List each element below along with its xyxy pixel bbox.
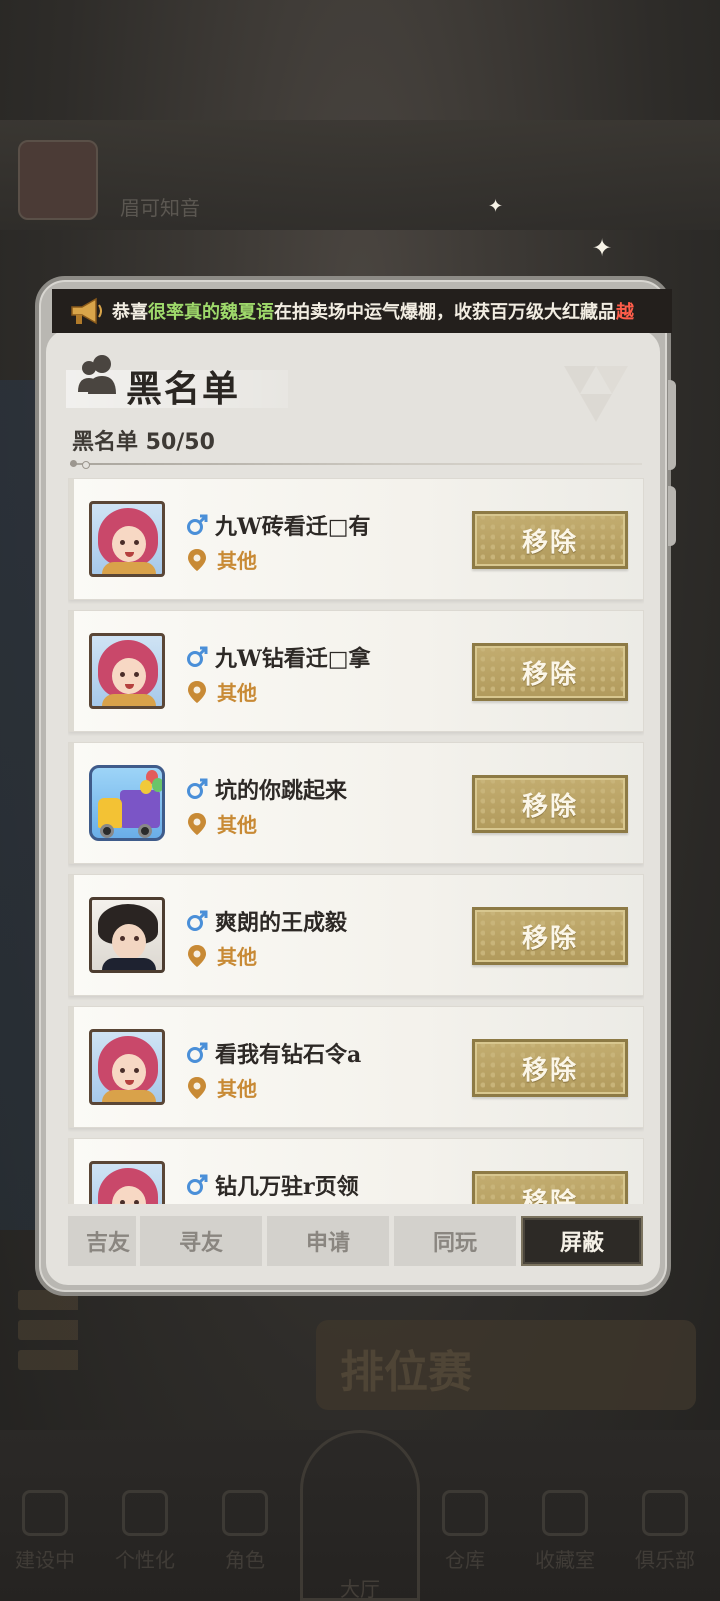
player-name: 钻几万驻r页领 <box>215 1174 359 1200</box>
nav-item-collection: 收藏室 <box>520 1490 610 1573</box>
announcement-marquee: 恭喜很率真的魏夏语在拍卖场中运气爆棚，收获百万级大红藏品越 <box>52 289 672 333</box>
location-pin-icon <box>188 1076 206 1099</box>
bottom-nav: 建设中 个性化 角色 大厅 仓库 收藏室 俱乐部 <box>0 1430 720 1601</box>
tab-friends[interactable]: 吉友 <box>68 1216 136 1266</box>
remove-button[interactable]: 移除 <box>472 643 628 701</box>
male-icon <box>187 646 208 667</box>
remove-button[interactable]: 移除 <box>472 511 628 569</box>
player-name: 九W砖看迁□有 <box>215 514 371 540</box>
player-location: 其他 <box>217 1077 257 1101</box>
player-location: 其他 <box>217 681 257 705</box>
girl-avatar <box>89 1161 165 1204</box>
male-icon <box>187 514 208 535</box>
male-icon <box>187 778 208 799</box>
background-list <box>18 1290 278 1380</box>
megaphone-icon <box>66 293 106 329</box>
club-icon <box>642 1490 688 1536</box>
modal-side-tab <box>668 486 676 546</box>
player-name: 九W钻看迁□拿 <box>215 646 371 672</box>
nav-item-building: 建设中 <box>0 1490 90 1573</box>
nav-item-hall: 大厅 <box>300 1430 420 1601</box>
character-icon <box>222 1490 268 1536</box>
list-item: 九W砖看迁□有 其他 移除 <box>68 478 644 600</box>
flag-icon <box>22 1490 68 1536</box>
modal-title: 黑名单 <box>126 368 241 410</box>
sparkle-icon: ✦ <box>488 196 504 217</box>
list-item: 坑的你跳起来 其他 移除 <box>68 742 644 864</box>
announcement-user: 很率真的魏夏语 <box>148 302 274 323</box>
list-item: 钻几万驻r页领 其他 移除 <box>68 1138 644 1204</box>
sparkle-icon: ✦ <box>592 234 613 262</box>
remove-button[interactable]: 移除 <box>472 775 628 833</box>
location-pin-icon <box>188 680 206 703</box>
girl-avatar <box>89 501 165 577</box>
player-location: 其他 <box>217 549 257 573</box>
tab-find-friends[interactable]: 寻友 <box>140 1216 262 1266</box>
remove-button[interactable]: 移除 <box>472 1039 628 1097</box>
remove-button[interactable]: 移除 <box>472 1171 628 1204</box>
users-icon <box>76 352 120 400</box>
nav-item-club: 俱乐部 <box>620 1490 710 1573</box>
background-side-panel <box>0 380 36 1230</box>
warehouse-icon <box>442 1490 488 1536</box>
location-pin-icon <box>188 812 206 835</box>
male-icon <box>187 1174 208 1195</box>
header-divider <box>70 460 642 469</box>
nav-item-warehouse: 仓库 <box>420 1490 510 1573</box>
girl-avatar <box>89 633 165 709</box>
tab-played-together[interactable]: 同玩 <box>394 1216 516 1266</box>
list-item: 九W钻看迁□拿 其他 移除 <box>68 610 644 732</box>
list-item: 爽朗的王成毅 其他 移除 <box>68 874 644 996</box>
friend-tabs: 吉友 寻友 申请 同玩 屏蔽 <box>68 1216 644 1268</box>
location-pin-icon <box>188 944 206 967</box>
player-location: 其他 <box>217 945 257 969</box>
blacklist-count: 黑名单 50/50 <box>72 430 215 455</box>
list-item: 看我有钻石令a 其他 移除 <box>68 1006 644 1128</box>
blacklist-list[interactable]: 九W砖看迁□有 其他 移除 九W钻看迁□拿 其他 移除 坑的你跳起来 其他 移除… <box>68 478 644 1204</box>
male-icon <box>187 910 208 931</box>
nav-item-customize: 个性化 <box>100 1490 190 1573</box>
vase-icon <box>542 1490 588 1536</box>
player-name: 爽朗的王成毅 <box>215 910 348 936</box>
background-header <box>0 120 720 230</box>
player-name: 坑的你跳起来 <box>215 778 348 804</box>
background-rank-label: 排位赛 <box>340 1347 472 1398</box>
background-profile-name: 眉可知音 <box>120 196 200 220</box>
truck-avatar <box>89 765 165 841</box>
player-location: 其他 <box>217 813 257 837</box>
male-icon <box>187 1042 208 1063</box>
announcement-text: 恭喜很率真的魏夏语在拍卖场中运气爆棚，收获百万级大红藏品越 <box>112 302 634 323</box>
tab-blocked[interactable]: 屏蔽 <box>521 1216 643 1266</box>
tab-requests[interactable]: 申请 <box>267 1216 389 1266</box>
triangle-decoration-icon <box>564 366 628 422</box>
background-avatar <box>18 140 98 220</box>
location-pin-icon <box>188 548 206 571</box>
player-name: 看我有钻石令a <box>215 1042 362 1068</box>
boy-avatar <box>89 897 165 973</box>
remove-button[interactable]: 移除 <box>472 907 628 965</box>
girl-avatar <box>89 1029 165 1105</box>
nav-item-character: 角色 <box>200 1490 290 1573</box>
pencil-icon <box>122 1490 168 1536</box>
